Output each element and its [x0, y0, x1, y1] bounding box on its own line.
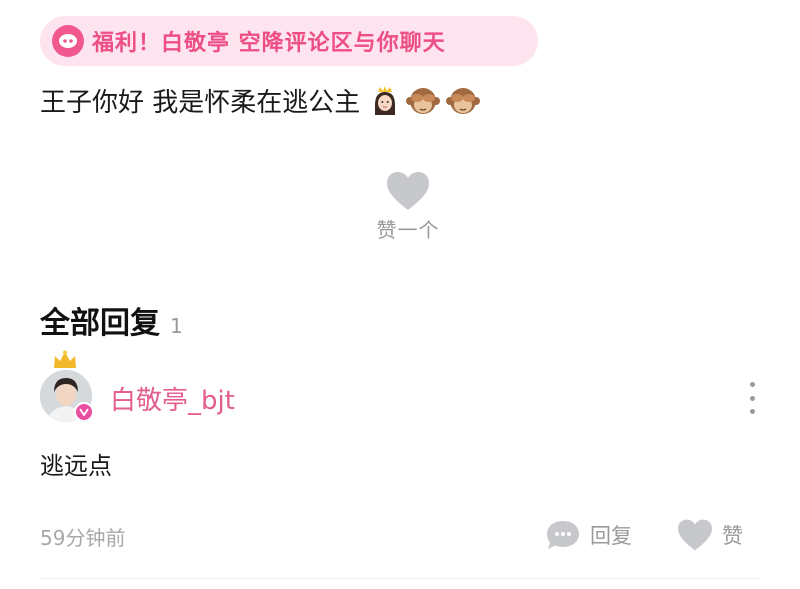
comment-detail-page: 福利！白敬亭 空降评论区与你聊天 王子你好 我是怀柔在逃公主 赞一个 全部回复 … — [0, 0, 800, 589]
reply-label: 回复 — [590, 524, 632, 548]
avatar-container[interactable] — [40, 350, 96, 424]
verified-badge-icon — [74, 402, 94, 422]
chat-bubble-icon — [52, 25, 84, 57]
like-one-label: 赞一个 — [376, 218, 440, 242]
comment-username[interactable]: 白敬亭_bjt — [110, 380, 235, 417]
replies-count: 1 — [170, 314, 183, 338]
see-no-evil-monkey-icon — [446, 87, 481, 114]
comment-text: 逃远点 — [40, 452, 112, 480]
more-options-icon[interactable] — [745, 382, 759, 414]
heart-icon — [387, 172, 429, 210]
promo-text: 福利！白敬亭 空降评论区与你聊天 — [92, 31, 446, 56]
promo-banner[interactable]: 福利！白敬亭 空降评论区与你聊天 — [40, 16, 538, 66]
post-text: 王子你好 我是怀柔在逃公主 — [40, 88, 361, 118]
like-label: 赞 — [722, 524, 743, 548]
reply-button[interactable]: 回复 — [544, 518, 632, 552]
see-no-evil-monkey-icon — [406, 87, 441, 114]
crown-icon — [54, 350, 76, 368]
comment-bubble-icon — [547, 521, 579, 549]
like-post-button[interactable]: 赞一个 — [360, 170, 456, 243]
post-content: 王子你好 我是怀柔在逃公主 — [40, 82, 481, 119]
princess-emoji-icon — [375, 85, 396, 115]
like-comment-button[interactable]: 赞 — [676, 518, 743, 552]
replies-header: 全部回复 1 — [40, 298, 183, 342]
divider — [40, 578, 760, 579]
comment-time: 59分钟前 — [40, 526, 126, 550]
replies-title: 全部回复 — [40, 306, 160, 341]
heart-icon — [678, 519, 712, 551]
emoji-group — [370, 85, 481, 117]
